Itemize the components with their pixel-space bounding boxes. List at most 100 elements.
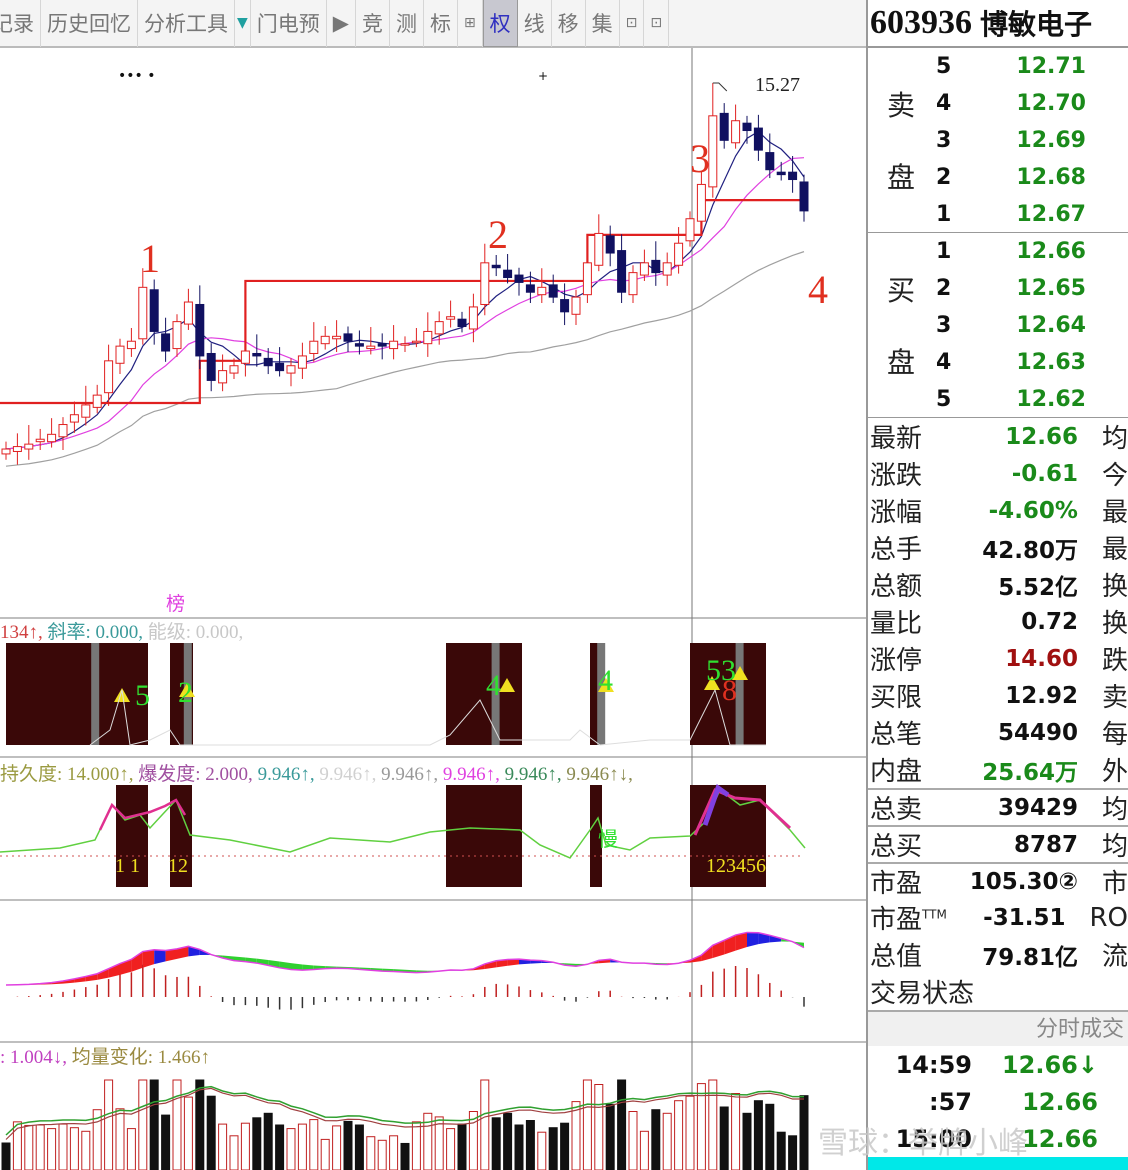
candle-body [309, 340, 319, 354]
tick-row[interactable]: :57 12.66 [868, 1083, 1128, 1120]
tick-row[interactable]: 15:00 12.66 [868, 1120, 1128, 1157]
price: 12.64 [1016, 313, 1086, 338]
stat-label: 总额 [870, 572, 923, 602]
volume-bar [731, 1093, 741, 1170]
candle-body [503, 269, 513, 279]
toolbar-item-13[interactable]: 集 [586, 0, 620, 47]
stat-label-right: 今 [1101, 461, 1128, 491]
stat-row: 市盈 105.30② 市 [868, 862, 1128, 899]
stat-value: -4.60% [988, 497, 1078, 524]
chart-toolbar: 记录 历史回忆 分析工具 ▼ 门电预 ▶ 竞测标 ⊞ 权线移集 ⊡ ⊡ [0, 0, 866, 48]
volume-bar [24, 1124, 34, 1170]
stat-row: 总手 42.80万最 [868, 529, 1128, 566]
stat-label: 买限 [870, 683, 923, 713]
volume-bar [69, 1127, 79, 1170]
cycle-number: 1 1 [115, 855, 140, 877]
stat-value: 14.60 [1005, 645, 1078, 672]
signal-block [446, 785, 522, 887]
price: 12.67 [1016, 202, 1086, 227]
candle-body [252, 352, 262, 357]
candle-body [776, 171, 786, 176]
marker-plus: + [538, 69, 548, 83]
toolbar-item-3[interactable]: ▼ [235, 0, 251, 47]
buy-level-row[interactable]: 1 12.66 [936, 233, 1086, 270]
volume-bar [457, 1123, 467, 1170]
label-part: 爆发度: 2.000, [138, 763, 257, 785]
tick-time: :57 [929, 1087, 972, 1116]
buy-level-row[interactable]: 4 12.63 [936, 344, 1086, 381]
price: 12.65 [1016, 276, 1086, 301]
candle-body [126, 340, 136, 350]
candle-body [400, 343, 410, 346]
toolbar-item-15[interactable]: ⊡ [644, 0, 670, 47]
volume-bar [35, 1124, 45, 1170]
sell-level-row[interactable]: 5 12.71 [936, 48, 1086, 85]
sell-level-row[interactable]: 3 12.69 [936, 122, 1086, 159]
annotation-3: 3 [690, 136, 710, 181]
signal-number: 4 [598, 664, 613, 697]
volume-bar [286, 1128, 296, 1170]
candle-body [286, 365, 296, 374]
toolbar-item-10[interactable]: 权 [482, 0, 518, 47]
candle-body [115, 345, 125, 364]
tick-price: 12.66 [1022, 1087, 1098, 1116]
candle [309, 322, 319, 362]
buy-level-row[interactable]: 2 12.65 [936, 270, 1086, 307]
stat-label: 总笔 [870, 720, 923, 750]
indicator-label: 持久度: 14.000↑, 爆发度: 2.000, 9.946↑, 9.946↑… [0, 763, 633, 785]
toolbar-item-0[interactable]: 记录 [0, 0, 41, 47]
tick-list[interactable]: 14:59 12.66↓ :57 12.66 15:00 12.66 [868, 1046, 1128, 1170]
volume-bar [275, 1124, 285, 1170]
candle-body [514, 274, 524, 283]
toolbar-item-1[interactable]: 历史回忆 [41, 0, 138, 47]
volume-bar [662, 1112, 672, 1170]
sell-level-row[interactable]: 1 12.67 [936, 196, 1086, 233]
sell-level-row[interactable]: 4 12.70 [936, 85, 1086, 122]
volume-bar [776, 1131, 786, 1170]
stat-row: 买限 12.92 卖 [868, 677, 1128, 714]
stat-row: 总笔 54490 每 [868, 714, 1128, 751]
candle-body [662, 262, 672, 276]
tick-row-selected[interactable] [868, 1157, 1128, 1170]
toolbar-item-5[interactable]: ▶ [327, 0, 356, 47]
kline-chart[interactable]: ••• • +15.271234134↑, 斜率: 0.000, 能级: 0.00… [0, 48, 866, 1170]
candle-body [491, 264, 501, 269]
toolbar-item-8[interactable]: 标 [424, 0, 458, 47]
candle-body [389, 340, 399, 350]
volume-bar [617, 1079, 627, 1170]
toolbar-item-11[interactable]: 线 [518, 0, 552, 47]
candle-body [788, 171, 798, 181]
level: 5 [936, 387, 952, 412]
tick-row[interactable]: 14:59 12.66↓ [868, 1046, 1128, 1083]
stat-row: 涨跌 -0.61 今 [868, 455, 1128, 492]
signal-number: 8 [722, 674, 737, 707]
label-part: 均量变化: 1.466↑ [72, 1046, 210, 1068]
toolbar-item-2[interactable]: 分析工具 [138, 0, 235, 47]
macd-band [747, 932, 759, 947]
candle-body [1, 448, 11, 455]
toolbar-item-9[interactable]: ⊞ [458, 0, 483, 47]
candle-body [537, 286, 547, 296]
price: 12.62 [1016, 387, 1086, 412]
candle [400, 336, 410, 353]
toolbar-item-12[interactable]: 移 [552, 0, 586, 47]
volume-bar [765, 1103, 775, 1170]
label-part: : 1.004↓, [0, 1047, 72, 1068]
stat-label: 量比 [870, 609, 923, 639]
toolbar-item-4[interactable]: 门电预 [251, 0, 327, 47]
candle-body [719, 112, 729, 141]
stat-label: 涨幅 [870, 498, 923, 528]
buy-level-row[interactable]: 3 12.64 [936, 307, 1086, 344]
indicator-label: : 1.004↓, 均量变化: 1.466↑ [0, 1046, 210, 1068]
toolbar-item-7[interactable]: 测 [390, 0, 424, 47]
candle [753, 114, 763, 161]
volume-bar [377, 1139, 387, 1170]
toolbar-item-6[interactable]: 竞 [356, 0, 390, 47]
sell-level-row[interactable]: 2 12.68 [936, 159, 1086, 196]
candle-body [480, 262, 490, 305]
toolbar-item-14[interactable]: ⊡ [620, 0, 645, 47]
label-part: 9.946↑, [381, 764, 443, 785]
buy-level-row[interactable]: 5 12.62 [936, 381, 1086, 418]
stat-value: 39429 [997, 794, 1078, 821]
candle [161, 317, 171, 362]
